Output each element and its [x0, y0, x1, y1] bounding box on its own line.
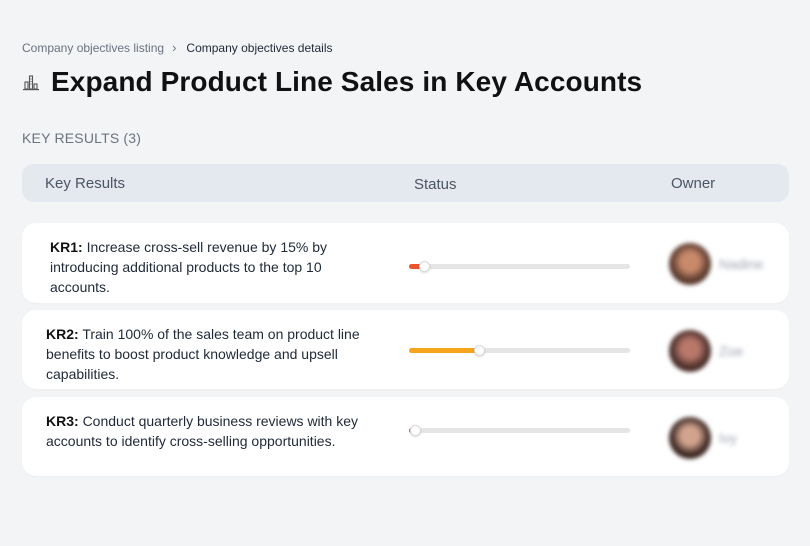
breadcrumb: Company objectives listing › Company obj… [22, 40, 333, 55]
progress-handle[interactable] [409, 425, 421, 436]
key-result-code: KR2: [46, 326, 79, 342]
column-header-owner: Owner [671, 175, 716, 192]
breadcrumb-separator-icon: › [172, 40, 177, 55]
key-result-text: KR2: Train 100% of the sales team on pro… [46, 324, 376, 384]
owner-name: Zoe [719, 343, 744, 359]
key-result-description: Increase cross-sell revenue by 15% by in… [50, 239, 328, 295]
column-header-key-results: Key Results [45, 175, 126, 192]
title-row: Expand Product Line Sales in Key Account… [22, 66, 642, 98]
avatar [669, 330, 711, 372]
building-chart-icon [22, 73, 40, 91]
key-result-description: Conduct quarterly business reviews with … [46, 413, 359, 449]
key-result-row[interactable]: KR1: Increase cross-sell revenue by 15% … [22, 223, 789, 303]
key-result-code: KR3: [46, 413, 79, 429]
key-result-row[interactable]: KR3: Conduct quarterly business reviews … [22, 397, 789, 476]
page: Company objectives listing › Company obj… [0, 0, 810, 546]
avatar [669, 417, 711, 459]
table-header: Key Results Status Owner [22, 164, 789, 202]
key-results-count: (3) [123, 130, 142, 146]
owner-name: Ivy [719, 430, 737, 446]
progress-handle[interactable] [474, 345, 486, 356]
avatar [669, 243, 711, 285]
key-result-row[interactable]: KR2: Train 100% of the sales team on pro… [22, 310, 789, 389]
progress-handle[interactable] [418, 261, 430, 272]
key-results-section-label: KEY RESULTS (3) [22, 130, 141, 146]
column-header-status: Status [414, 176, 457, 193]
key-result-description: Train 100% of the sales team on product … [46, 326, 360, 382]
owner[interactable]: Zoe [669, 330, 743, 372]
progress-bar [409, 261, 630, 272]
breadcrumb-current: Company objectives details [186, 40, 333, 55]
page-title: Expand Product Line Sales in Key Account… [51, 66, 643, 97]
owner[interactable]: Nadine [669, 243, 763, 285]
owner-name: Nadine [719, 256, 764, 272]
progress-fill [409, 348, 480, 353]
key-result-code: KR1: [50, 239, 83, 255]
key-results-label: KEY RESULTS [22, 130, 120, 146]
progress-bar [409, 345, 630, 356]
progress-bar [409, 425, 630, 436]
owner[interactable]: Ivy [669, 417, 737, 459]
breadcrumb-link-listing[interactable]: Company objectives listing [22, 41, 164, 55]
key-result-text: KR1: Increase cross-sell revenue by 15% … [50, 237, 360, 297]
key-result-text: KR3: Conduct quarterly business reviews … [46, 411, 376, 451]
